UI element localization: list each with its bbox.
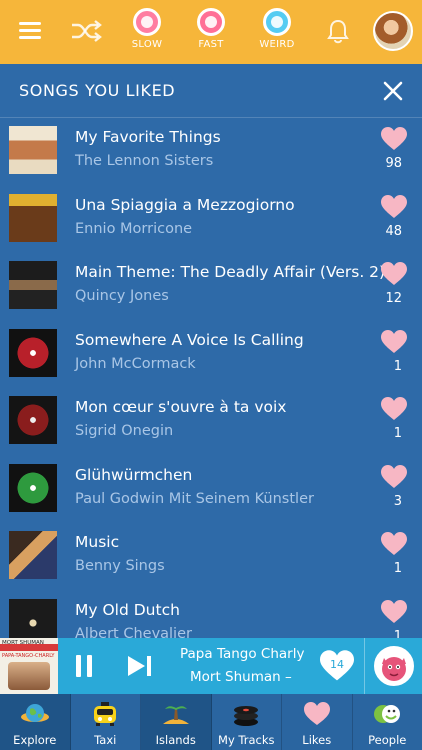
character-icon [377, 649, 411, 683]
tab-label: People [368, 733, 407, 747]
album-cover [9, 261, 57, 309]
like-count: 1 [393, 628, 402, 639]
song-list: My Favorite Things The Lennon Sisters 98… [0, 118, 422, 638]
mode-fast-label: FAST [198, 39, 224, 50]
tab-label: Taxi [94, 733, 117, 747]
records-icon [234, 706, 259, 726]
song-row[interactable]: Glühwürmchen Paul Godwin Mit Seinem Küns… [0, 456, 422, 524]
slow-mode-icon [133, 8, 161, 36]
song-title: Main Theme: The Deadly Affair (Vers. 2) [75, 263, 386, 281]
heart-icon[interactable] [381, 262, 407, 286]
song-title: My Old Dutch [75, 600, 180, 619]
mode-weird-label: WEIRD [259, 39, 295, 50]
song-row[interactable]: Main Theme: The Deadly Affair (Vers. 2) … [0, 253, 422, 321]
mode-weird-button[interactable]: WEIRD [252, 8, 302, 60]
album-cover [9, 396, 57, 444]
like-count: 12 [385, 291, 402, 306]
like-count: 98 [385, 156, 402, 171]
album-cover [9, 126, 57, 174]
song-artist: Albert Chevalier [75, 625, 192, 639]
tab-islands[interactable]: Islands [141, 694, 212, 750]
song-title: Glühwürmchen [75, 465, 193, 484]
heart-icon[interactable] [381, 397, 407, 421]
tab-explore[interactable]: Explore [0, 694, 71, 750]
cover-artist-text: MORT SHUMAN [2, 640, 44, 646]
menu-icon[interactable] [19, 22, 41, 40]
like-button[interactable]: 14 [320, 650, 354, 682]
next-track-icon[interactable] [127, 655, 153, 677]
song-artist: Ennio Morricone [75, 220, 193, 237]
song-row[interactable]: My Old Dutch Albert Chevalier 1 [0, 591, 422, 639]
fast-mode-icon [197, 8, 225, 36]
bottom-tab-bar: Explore Taxi Islands My Tracks Likes Peo… [0, 694, 422, 750]
song-artist: Quincy Jones [75, 288, 169, 304]
list-header: SONGS YOU LIKED [0, 64, 422, 118]
song-artist: The Lennon Sisters [75, 153, 214, 169]
album-cover [9, 193, 57, 242]
album-cover [9, 531, 57, 579]
taxi-icon [94, 702, 117, 726]
cover-title-text: PAPA-TANGO-CHARLY [2, 653, 55, 659]
close-icon[interactable] [383, 81, 403, 101]
song-row[interactable]: Somewhere A Voice Is Calling John McCorm… [0, 321, 422, 389]
heart-icon[interactable] [381, 127, 407, 151]
song-row[interactable]: Music Benny Sings 1 [0, 523, 422, 591]
song-row[interactable]: Una Spiaggia a Mezzogiorno Ennio Morrico… [0, 186, 422, 254]
page-title: SONGS YOU LIKED [19, 81, 176, 100]
album-cover [9, 328, 57, 377]
now-playing-artist: Mort Shuman – [190, 669, 292, 685]
song-title: My Favorite Things [75, 128, 221, 146]
heart-icon[interactable] [381, 329, 407, 354]
heart-icon[interactable] [381, 599, 407, 624]
tab-label: Explore [13, 733, 57, 747]
now-playing-like-count: 14 [330, 658, 344, 671]
mode-fast-button[interactable]: FAST [186, 8, 236, 60]
buddy-avatar[interactable] [374, 646, 414, 686]
album-cover [9, 598, 57, 638]
tab-label: My Tracks [218, 733, 275, 747]
bell-icon[interactable] [326, 18, 350, 46]
profile-avatar[interactable] [373, 11, 413, 51]
song-artist: John McCormack [75, 355, 196, 372]
heart-icon[interactable] [381, 194, 407, 219]
divider [364, 638, 365, 694]
song-artist: Paul Godwin Mit Seinem Künstler [75, 490, 314, 507]
heart-icon[interactable] [381, 532, 407, 556]
like-count: 48 [385, 223, 402, 239]
mode-slow-button[interactable]: SLOW [122, 8, 172, 60]
island-icon [162, 706, 189, 724]
top-bar: SLOW FAST WEIRD [0, 0, 422, 64]
now-playing-cover[interactable]: MORT SHUMAN PAPA-TANGO-CHARLY [0, 638, 58, 694]
tab-label: Likes [302, 733, 332, 747]
weird-mode-icon [263, 8, 291, 36]
tab-my-tracks[interactable]: My Tracks [211, 694, 282, 750]
shuffle-icon[interactable] [70, 17, 102, 45]
song-title: Una Spiaggia a Mezzogiorno [75, 195, 295, 214]
tab-likes[interactable]: Likes [282, 694, 353, 750]
song-row[interactable]: Mon cœur s'ouvre à ta voix Sigrid Onegin… [0, 388, 422, 456]
song-row[interactable]: My Favorite Things The Lennon Sisters 98 [0, 118, 422, 186]
album-cover [9, 463, 57, 512]
like-count: 1 [393, 426, 402, 441]
song-title: Mon cœur s'ouvre à ta voix [75, 398, 287, 416]
now-playing-title: Papa Tango Charly [180, 646, 305, 662]
tab-taxi[interactable]: Taxi [70, 694, 141, 750]
heart-icon[interactable] [381, 464, 407, 489]
now-playing-bar: MORT SHUMAN PAPA-TANGO-CHARLY Papa Tango… [0, 638, 422, 694]
song-artist: Sigrid Onegin [75, 423, 174, 439]
song-title: Somewhere A Voice Is Calling [75, 330, 304, 349]
globe-icon [20, 704, 49, 722]
tab-label: Islands [155, 733, 196, 747]
people-icon [374, 705, 401, 723]
like-count: 1 [393, 358, 402, 374]
like-count: 3 [393, 493, 402, 509]
like-count: 1 [393, 561, 402, 576]
song-title: Music [75, 533, 120, 551]
pause-button[interactable] [76, 655, 92, 677]
mode-slow-label: SLOW [131, 39, 163, 50]
tab-people[interactable]: People [352, 694, 422, 750]
song-artist: Benny Sings [75, 558, 165, 574]
heart-icon [303, 702, 330, 725]
